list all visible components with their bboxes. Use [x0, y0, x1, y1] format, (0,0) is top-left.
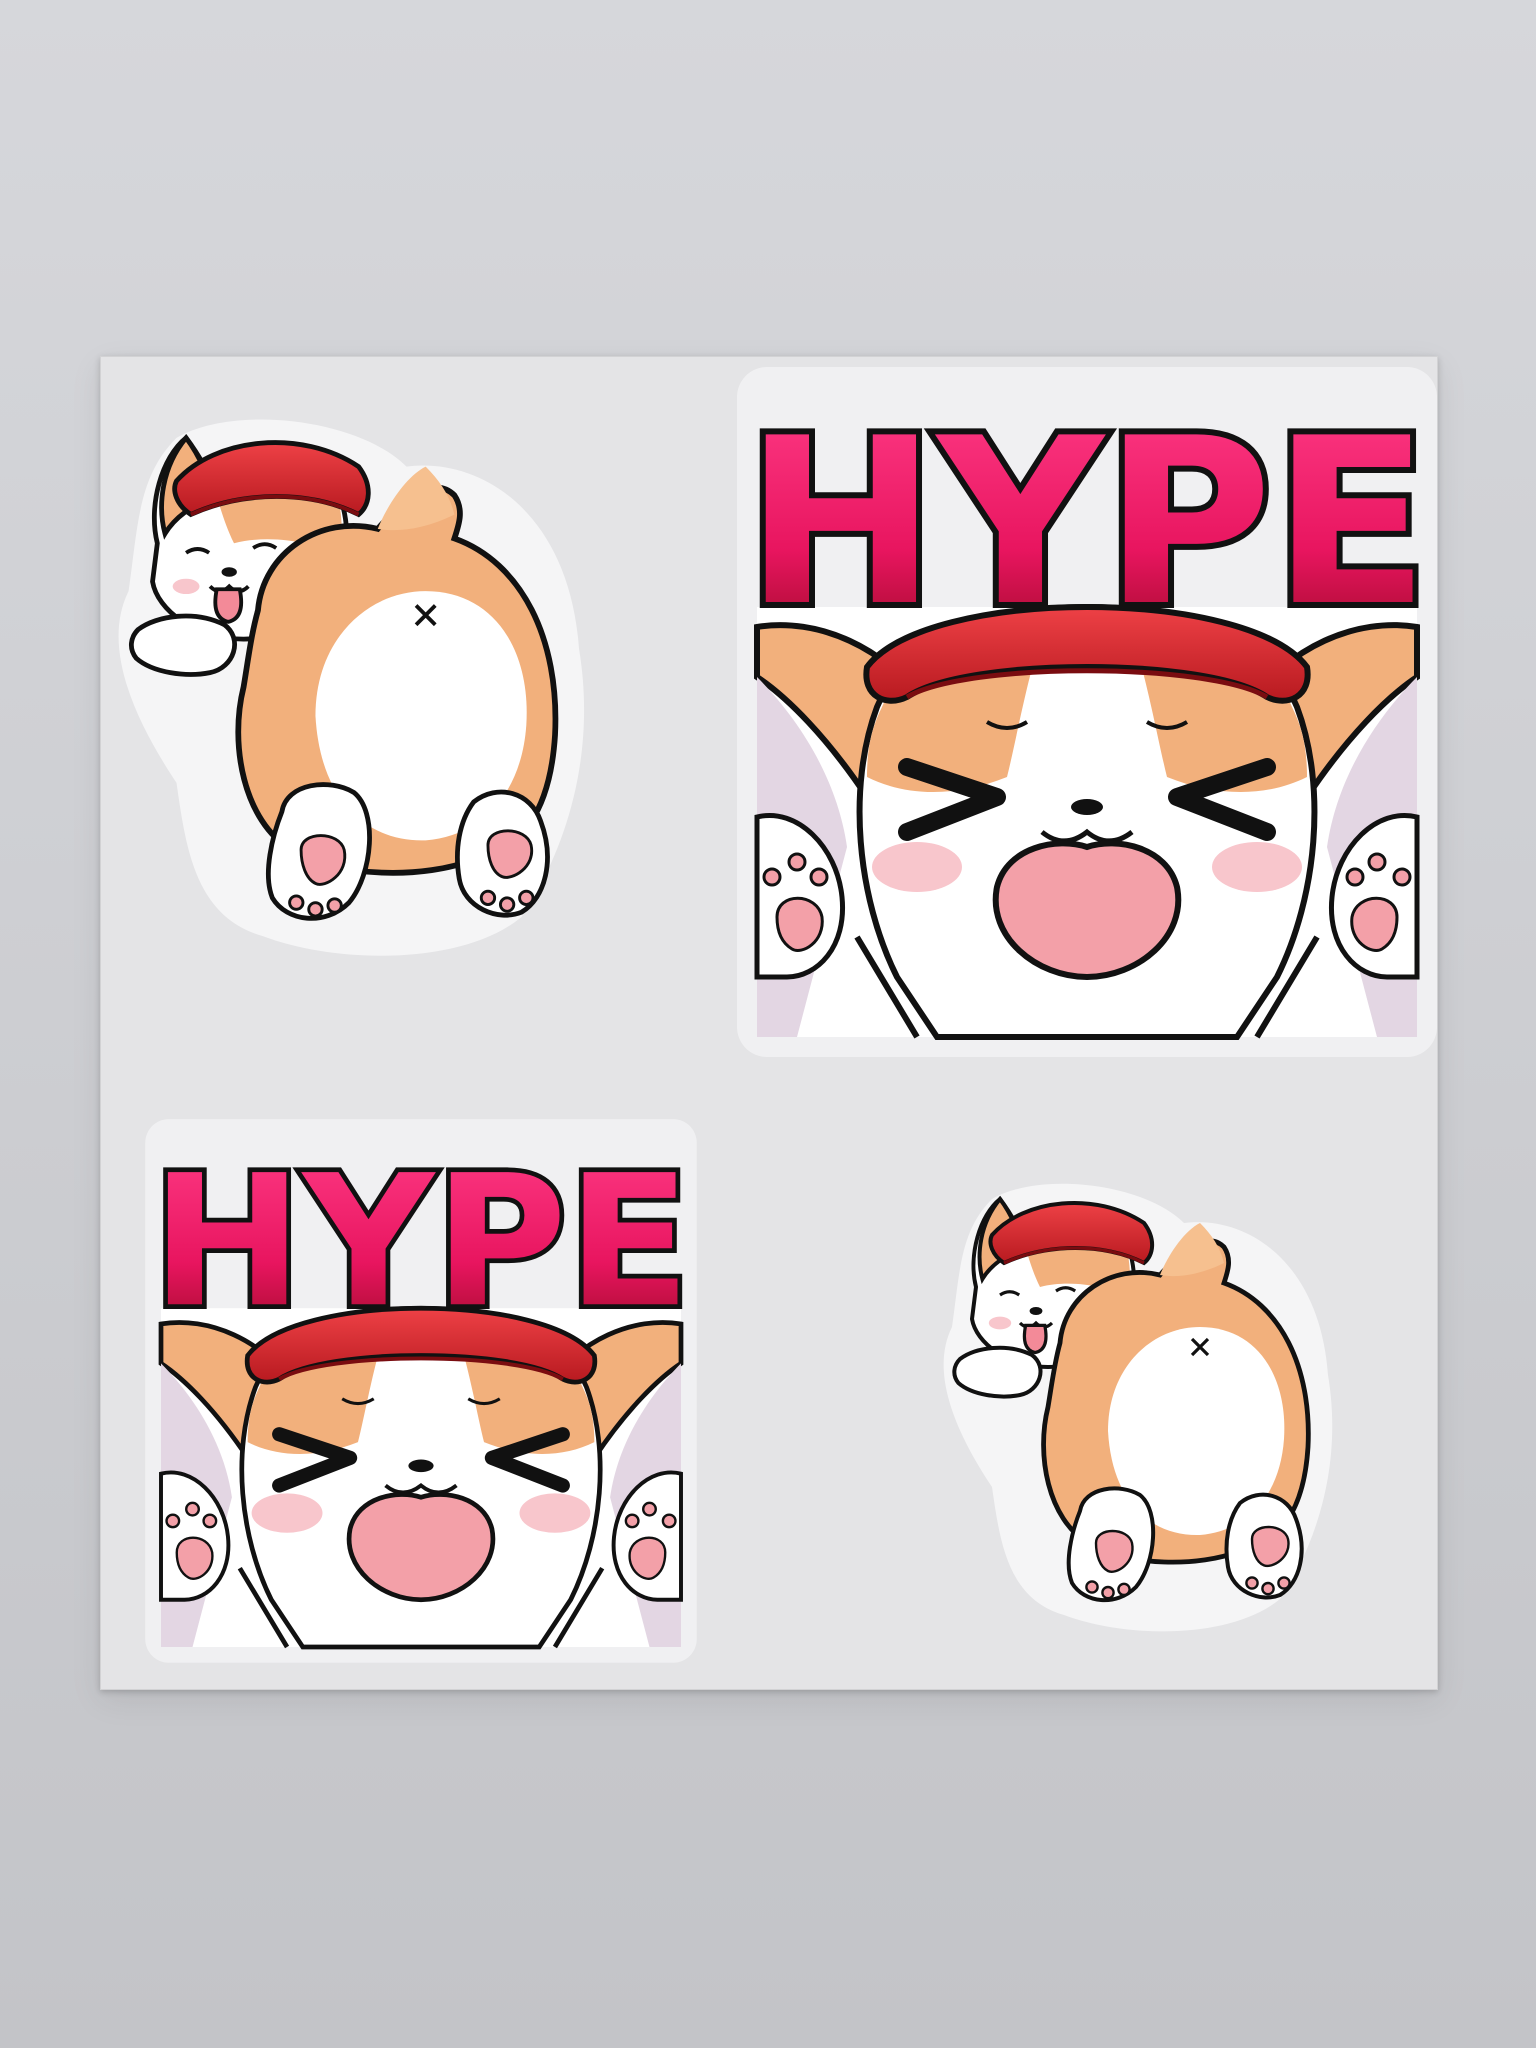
sticker-corgi-butt-top-left: [119, 397, 579, 977]
corgi-butt-art: [901, 1167, 1371, 1647]
sticker-sheet: HYPE HYPE: [100, 356, 1438, 1690]
hype-label: HYPE: [745, 390, 1430, 657]
sticker-hype-top-right: HYPE: [737, 367, 1437, 1057]
hype-corgi-art: HYPE: [145, 1119, 697, 1663]
hype-corgi-art: HYPE: [737, 367, 1437, 1057]
corgi-butt-art: [119, 397, 579, 977]
sticker-corgi-butt-bottom-right: [901, 1167, 1371, 1647]
hype-label: HYPE: [151, 1136, 690, 1347]
sticker-hype-bottom-left: HYPE: [145, 1119, 697, 1663]
